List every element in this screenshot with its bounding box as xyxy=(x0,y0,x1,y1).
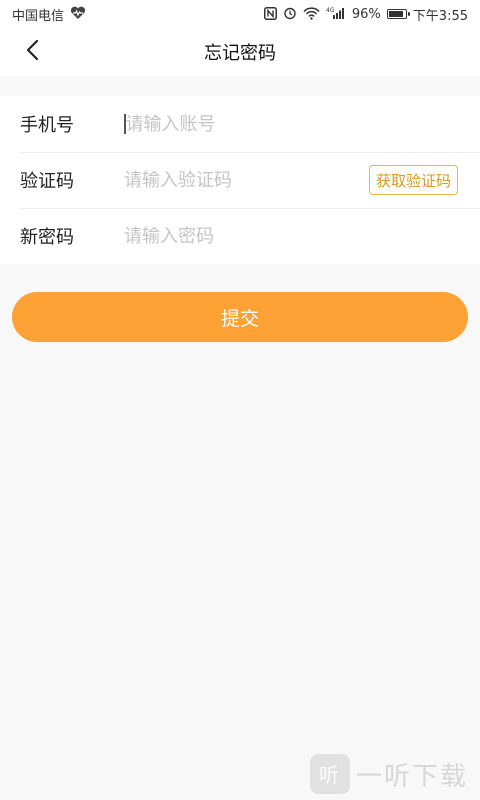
get-code-button[interactable]: 获取验证码 xyxy=(368,165,458,195)
code-input-wrap xyxy=(124,169,369,191)
page-title: 忘记密码 xyxy=(204,43,276,64)
battery-percent: 96% xyxy=(351,6,381,22)
status-bar-right: 4G 96% 下午3:55 xyxy=(263,5,468,24)
code-row: 验证码 获取验证码 xyxy=(0,152,480,208)
status-bar-left: 中国电信 xyxy=(12,5,86,24)
code-label: 验证码 xyxy=(20,171,74,192)
battery-icon xyxy=(386,9,410,19)
watermark-text: 一听下载 xyxy=(355,761,468,792)
chevron-left-icon xyxy=(25,39,39,65)
network-type: 4G xyxy=(326,7,335,14)
back-button[interactable] xyxy=(14,28,50,76)
nav-bar: 忘记密码 xyxy=(0,28,480,76)
clock: 下午3:55 xyxy=(412,8,468,24)
nfc-icon xyxy=(263,6,277,22)
heart-pulse-icon xyxy=(70,6,86,22)
svg-text:听: 听 xyxy=(319,763,339,787)
carrier-name: 中国电信 xyxy=(12,8,65,24)
password-label: 新密码 xyxy=(20,227,74,248)
watermark-logo: 听 xyxy=(309,754,350,794)
watermark: 听 一听下载 xyxy=(309,754,468,794)
password-input[interactable] xyxy=(124,225,452,247)
signal-icon: 4G xyxy=(326,6,346,22)
phone-input[interactable] xyxy=(125,113,452,135)
phone-label: 手机号 xyxy=(20,115,74,136)
alarm-icon xyxy=(283,6,297,22)
form-card: 手机号 验证码 获取验证码 新密码 xyxy=(0,96,480,264)
code-input[interactable] xyxy=(124,169,369,191)
battery-fill xyxy=(388,11,404,17)
phone-input-wrap xyxy=(124,113,452,135)
phone-row: 手机号 xyxy=(0,96,480,152)
status-bar: 中国电信 4G 96% 下午3:55 xyxy=(0,0,480,28)
submit-button[interactable]: 提交 xyxy=(12,292,468,342)
password-row: 新密码 xyxy=(0,208,480,264)
wifi-icon xyxy=(303,6,320,22)
password-input-wrap xyxy=(124,225,452,247)
